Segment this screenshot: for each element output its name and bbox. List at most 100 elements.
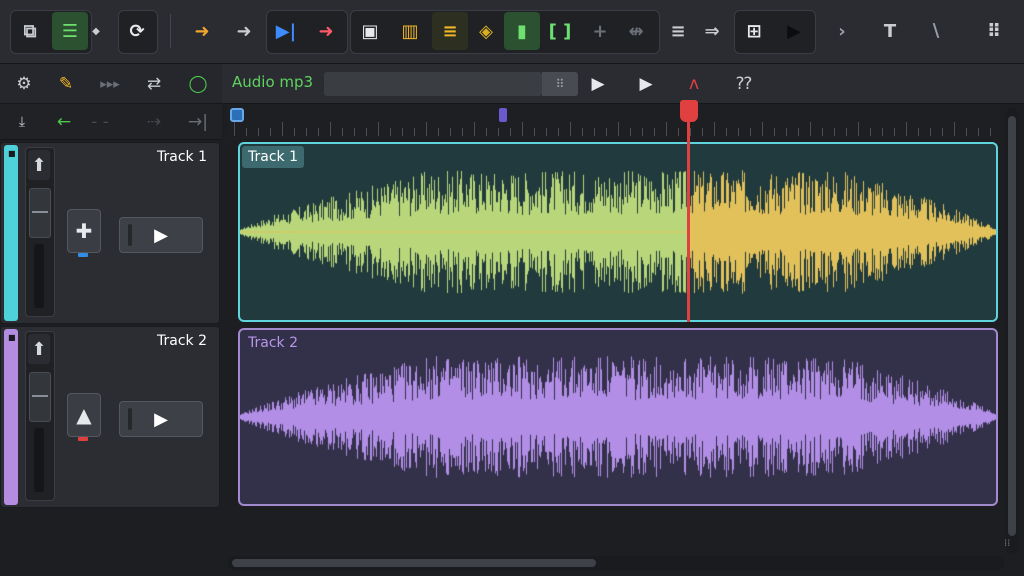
text-icon[interactable]: T [872,12,908,50]
dot-icon: ◆ [92,25,100,37]
lock-icon[interactable]: ■ [8,333,16,342]
horizontal-scrollbar[interactable] [228,556,1004,570]
apps-icon[interactable]: ⠿ [976,12,1012,50]
play-icon[interactable]: ▶ [776,12,812,50]
ruler-tick [558,128,559,136]
ruler-tick [510,128,511,136]
waveform [240,330,996,504]
main-toolbar: ⧉ ☰ ◆ ⟳ ➜ ➜ ▶| ➜ ▣ ▥ ≡ ◈ ▮ [ ] + ↮ ≡ ⇒ ⊞… [0,0,1024,64]
forward-icon[interactable]: ⇒ [694,12,730,50]
ruler-tick [762,122,763,136]
toolbar-divider [170,14,171,48]
ruler-tick [882,128,883,136]
vertical-scrollbar[interactable] [1006,108,1018,554]
grip-icon[interactable]: ⠿ [542,72,578,96]
play-icon[interactable]: ▶ [584,72,612,96]
track-color-strip [4,145,18,321]
ruler-tick [402,128,403,136]
ruler-tick [606,128,607,136]
bars-icon[interactable]: ▥ [392,12,428,50]
ruler-tick [522,122,523,136]
arrow-right-icon[interactable]: ➜ [226,12,262,50]
fader-handle[interactable] [29,188,51,238]
audio-clip-2[interactable]: Track 2 [238,328,998,506]
menu-icon[interactable]: ≡ [660,12,696,50]
ruler-tick [750,128,751,136]
loop-icon[interactable]: ◯ [180,70,216,98]
ruler-tick [714,122,715,136]
ruler-tick [618,122,619,136]
ruler-tick [858,122,859,136]
ruler-tick [726,128,727,136]
ruler-tick [354,128,355,136]
lock-icon[interactable]: ■ [8,149,16,158]
ruler-tick [678,128,679,136]
ruler-tick [426,122,427,136]
resize-grip-icon[interactable]: ⁞⁞ [1004,538,1020,552]
scroll-thumb[interactable] [1008,116,1016,536]
settings-icon[interactable]: ⚙ [6,70,42,98]
ruler-tick [234,122,235,136]
ruler-tick [834,128,835,136]
marker-icon[interactable]: ▮ [504,12,540,50]
triangle-up-icon[interactable]: ▲ [67,393,101,437]
ruler-tick [450,128,451,136]
track-header-2[interactable]: ■ ⬆ ▲ ▶ Track 2 [0,326,220,508]
loop-start-marker[interactable] [230,108,244,122]
status-led [78,253,88,257]
arrow-right-orange-icon[interactable]: ➜ [184,12,220,50]
timeline-ruler[interactable] [228,104,1000,140]
fader-track [34,428,44,492]
track-play-button[interactable]: ▶ [119,217,203,253]
waveform-marker-icon[interactable]: ʌ [680,72,708,96]
scroll-thumb[interactable] [232,559,596,567]
end-icon[interactable]: →| [180,108,216,136]
ruler-tick [630,128,631,136]
track-name: Track 2 [157,333,207,349]
arrow-left-icon[interactable]: ← [46,108,82,136]
diamond-icon[interactable]: ◈ [468,12,504,50]
add-icon[interactable]: ✚ [67,209,101,253]
cue-marker[interactable] [499,108,507,122]
ruler-tick [846,128,847,136]
fast-forward-icon[interactable]: ▶| [268,12,304,50]
arrow-right-red-icon[interactable]: ➜ [308,12,344,50]
arrange-area[interactable]: Track 1 Track 2 [226,140,1004,556]
ruler-tick [294,128,295,136]
list-icon[interactable]: ☰ [52,12,88,50]
help-icon[interactable]: ⁇ [730,72,758,96]
grid-edit-icon[interactable]: ⊞ [736,12,772,50]
block-icon[interactable]: ▣ [352,12,388,50]
volume-fader[interactable]: ⬆ [25,331,55,501]
fader-handle[interactable] [29,372,51,422]
arrow-dashed-icon: ⇢ [146,112,162,132]
play-next-icon[interactable]: ▶ [632,72,660,96]
align-icon[interactable]: ≡ [432,12,468,50]
split-icon[interactable]: ↮ [618,12,654,50]
audio-clip-1[interactable]: Track 1 [238,142,998,322]
line-tool-icon[interactable]: ∖ [918,12,954,50]
arrow-up-icon[interactable]: ⬆ [28,334,50,364]
ruler-tick [702,128,703,136]
chevron-right-icon[interactable]: › [824,12,860,50]
ruler-tick [246,128,247,136]
file-field[interactable] [324,72,542,96]
arrow-up-icon[interactable]: ⬆ [28,150,50,180]
ruler-tick [318,128,319,136]
ruler-tick [666,122,667,136]
volume-fader[interactable]: ⬆ [25,147,55,317]
zoom-icon[interactable]: ⟳ [119,12,155,50]
bracket-icon[interactable]: [ ] [542,12,578,50]
pencil-icon[interactable]: ✎ [48,70,84,98]
track-play-button[interactable]: ▶ [119,401,203,437]
import-icon[interactable]: ⤓ [4,108,40,136]
crop-icon[interactable]: ⧉ [12,12,48,50]
route-icon[interactable]: ⇄ [136,70,172,98]
ruler-tick [534,128,535,136]
plus-icon[interactable]: + [582,12,618,50]
track-color-strip [4,329,18,505]
playhead-handle[interactable] [680,100,698,122]
skip-icon[interactable]: ▸▸▸ [92,70,128,98]
track-header-1[interactable]: ■ ⬆ ✚ ▶ Track 1 [0,142,220,324]
ruler-tick [942,128,943,136]
